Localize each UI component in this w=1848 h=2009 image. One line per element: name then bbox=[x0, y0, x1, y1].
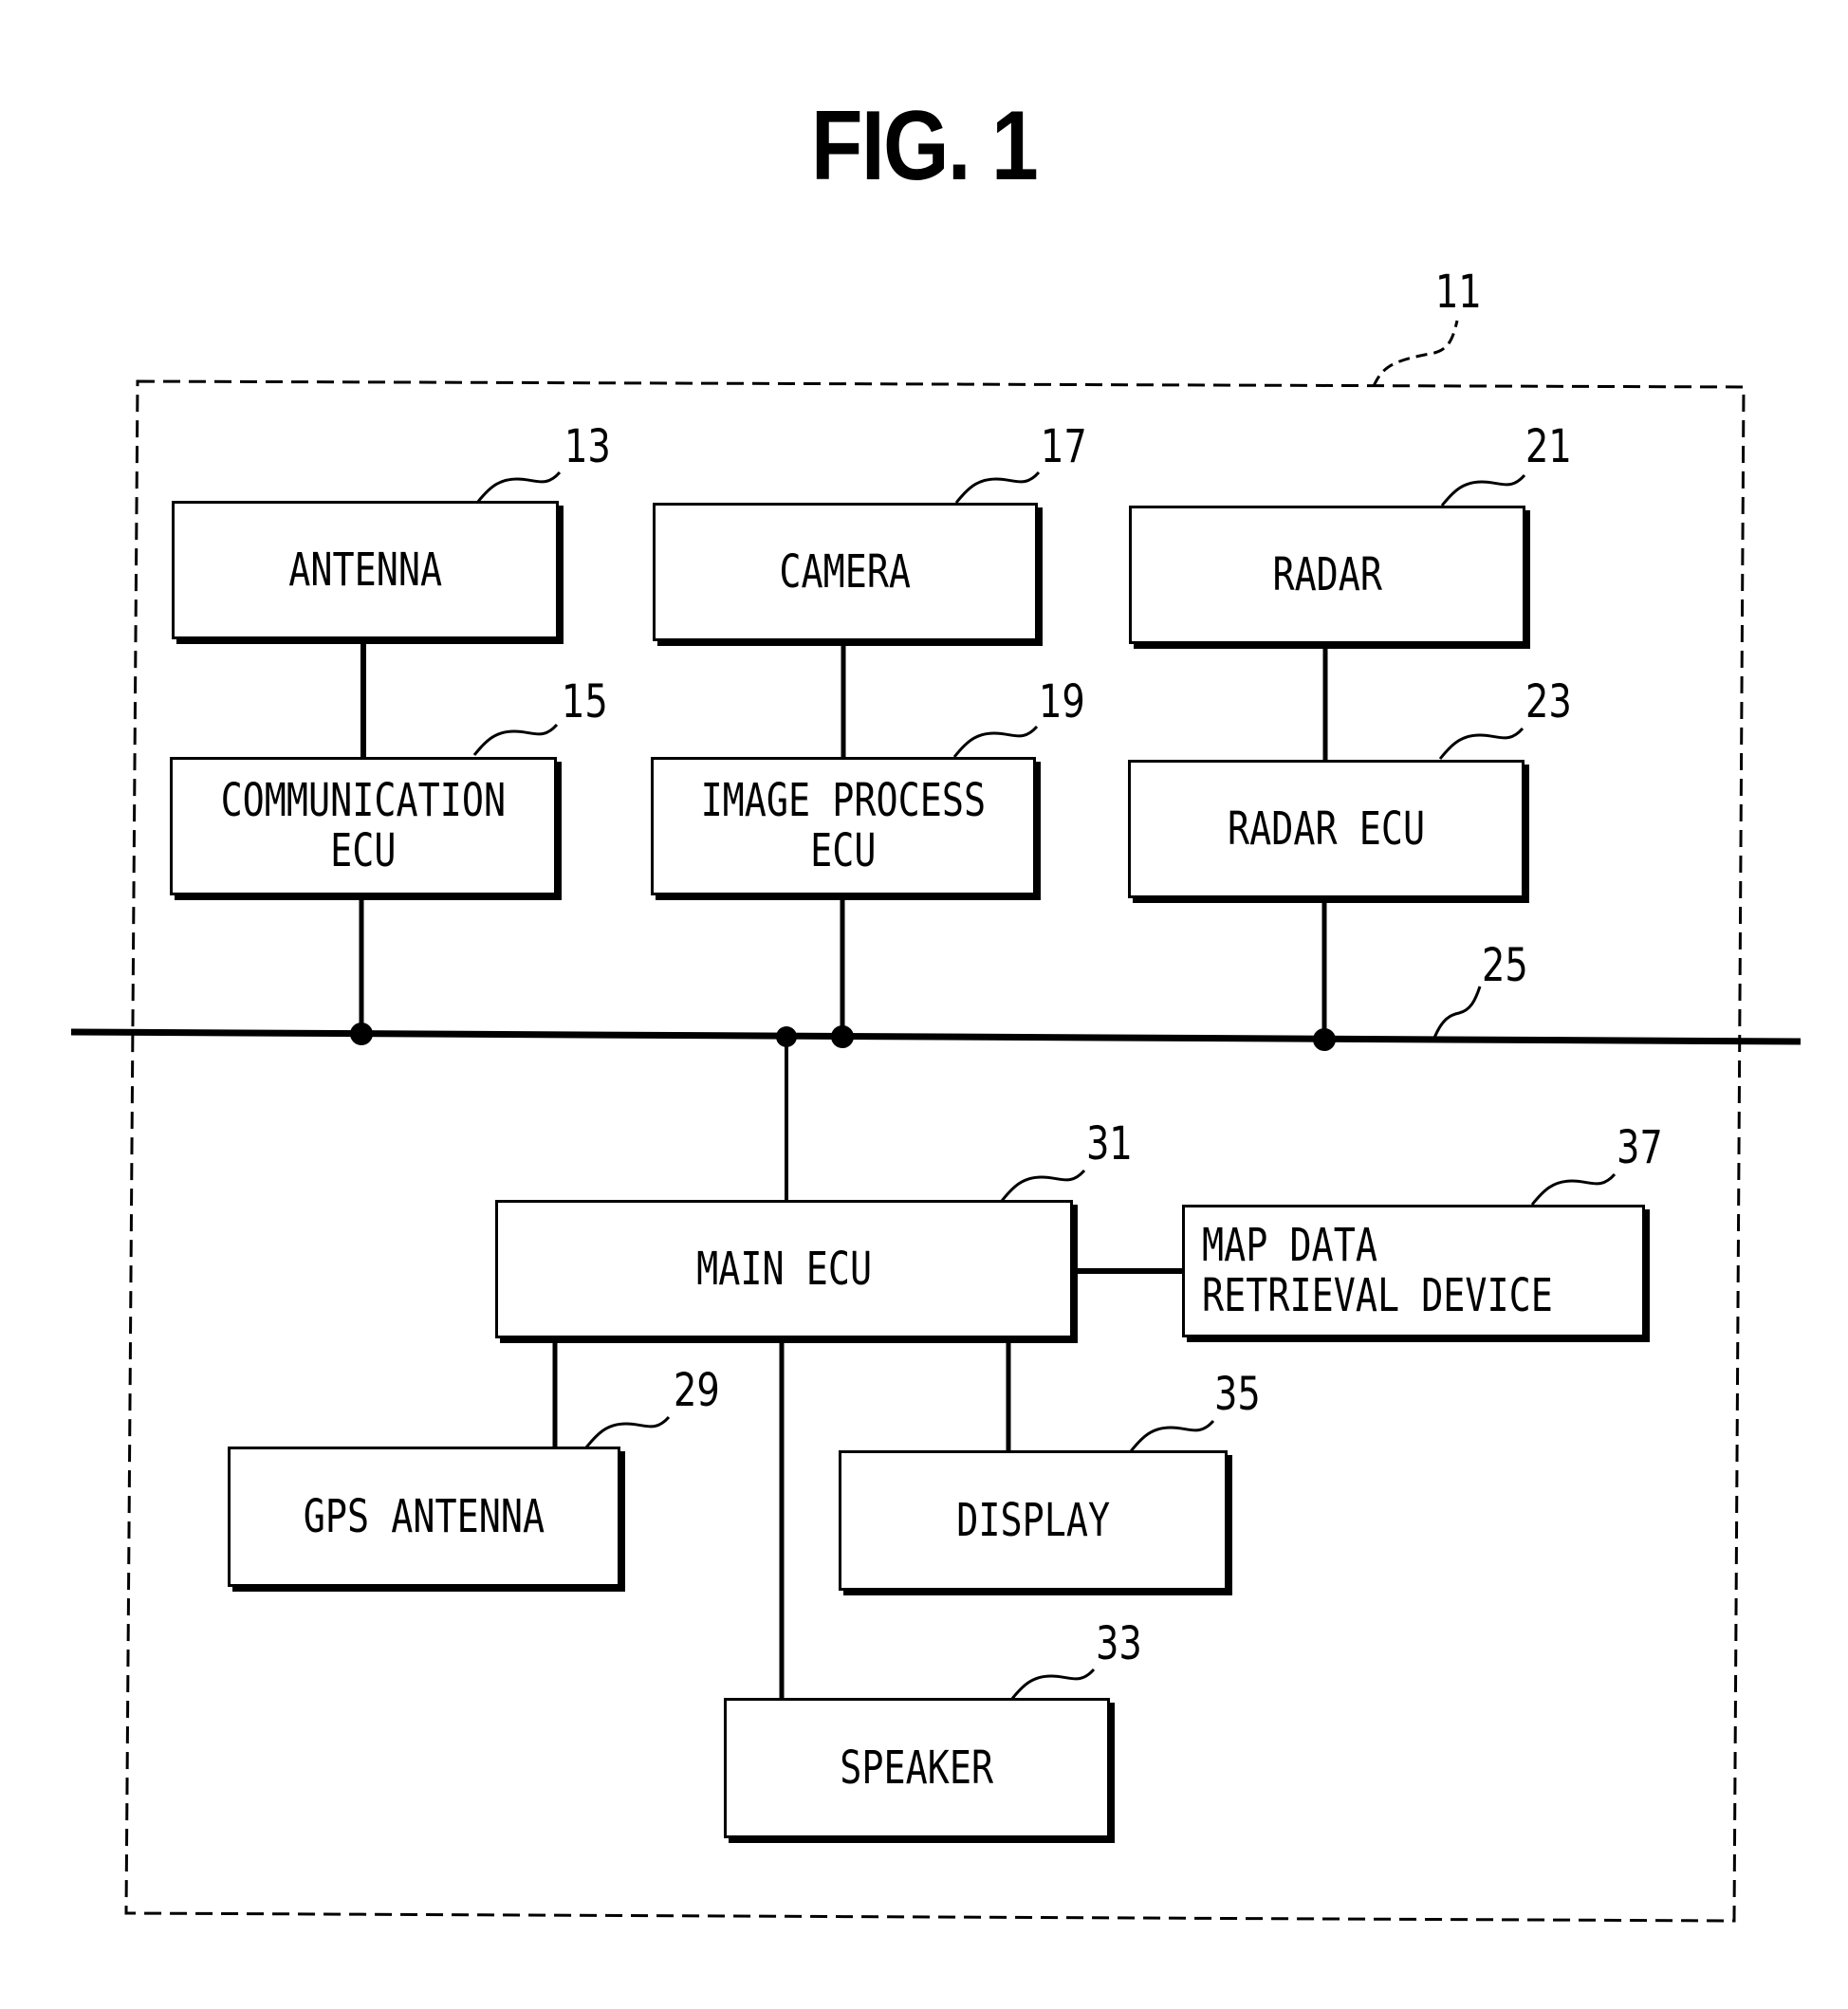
block-label: RADAR bbox=[1272, 547, 1382, 601]
block-label: CAMERA bbox=[779, 544, 912, 599]
leader-line-29 bbox=[584, 1415, 671, 1448]
block-gps-antenna: GPS ANTENNA bbox=[228, 1447, 620, 1587]
ref-label-31: 31 bbox=[1086, 1117, 1133, 1170]
block-label: ANTENNA bbox=[288, 543, 442, 597]
ref-label-37: 37 bbox=[1617, 1121, 1663, 1174]
ref-label-25: 25 bbox=[1482, 939, 1528, 992]
block-label: MAIN ECU bbox=[696, 1242, 872, 1296]
leader-line-31 bbox=[1000, 1169, 1086, 1202]
leader-line-35 bbox=[1129, 1419, 1215, 1452]
block-label: COMMUNICATION ECU bbox=[220, 774, 507, 877]
block-antenna: ANTENNA bbox=[172, 501, 559, 639]
block-radar: RADAR bbox=[1129, 506, 1525, 644]
ref-label-29: 29 bbox=[674, 1364, 720, 1417]
ref-label-11: 11 bbox=[1435, 266, 1482, 319]
leader-line-13 bbox=[475, 470, 562, 504]
ref-label-15: 15 bbox=[562, 675, 608, 728]
block-communication-ecu: COMMUNICATION ECU bbox=[170, 757, 557, 895]
leader-line-21 bbox=[1440, 473, 1526, 507]
bus-line bbox=[70, 1028, 1802, 1045]
block-label: RADAR ECU bbox=[1227, 802, 1426, 856]
block-label: GPS ANTENNA bbox=[303, 1489, 545, 1543]
block-camera: CAMERA bbox=[653, 503, 1038, 641]
leader-line-17 bbox=[954, 470, 1041, 504]
block-label: DISPLAY bbox=[956, 1493, 1110, 1547]
ref-label-19: 19 bbox=[1039, 675, 1085, 728]
block-main-ecu: MAIN ECU bbox=[495, 1200, 1073, 1338]
block-diagram: FIG. 1 11 25 ANTENNA 13 COMMUNICATION EC… bbox=[0, 0, 1848, 2009]
block-radar-ecu: RADAR ECU bbox=[1128, 760, 1525, 898]
ref-label-13: 13 bbox=[564, 420, 611, 473]
ref-label-23: 23 bbox=[1525, 675, 1572, 728]
bus-junction bbox=[350, 1023, 373, 1045]
bus-junction bbox=[776, 1026, 797, 1047]
block-speaker: SPEAKER bbox=[724, 1698, 1110, 1838]
leader-line-25 bbox=[1432, 986, 1482, 1039]
ref-label-21: 21 bbox=[1525, 420, 1572, 473]
leader-line-19 bbox=[952, 725, 1039, 758]
leader-line-37 bbox=[1530, 1172, 1617, 1206]
block-display: DISPLAY bbox=[839, 1450, 1228, 1591]
block-label: SPEAKER bbox=[840, 1741, 994, 1795]
ref-label-35: 35 bbox=[1214, 1368, 1261, 1421]
bus-junction bbox=[1313, 1028, 1336, 1051]
block-label: IMAGE PROCESS ECU bbox=[700, 774, 987, 877]
leader-line-23 bbox=[1438, 727, 1525, 760]
leader-line-15 bbox=[472, 723, 559, 756]
ref-label-17: 17 bbox=[1041, 420, 1087, 473]
block-label: MAP DATA RETRIEVAL DEVICE bbox=[1202, 1219, 1553, 1322]
ref-label-33: 33 bbox=[1096, 1617, 1142, 1670]
figure-title: FIG. 1 bbox=[810, 91, 1039, 201]
block-map-data-retrieval-device: MAP DATA RETRIEVAL DEVICE bbox=[1182, 1205, 1645, 1337]
leader-line-33 bbox=[1009, 1668, 1096, 1701]
leader-line-11 bbox=[1372, 320, 1459, 387]
bus-junction bbox=[831, 1025, 854, 1048]
block-image-process-ecu: IMAGE PROCESS ECU bbox=[651, 757, 1036, 895]
